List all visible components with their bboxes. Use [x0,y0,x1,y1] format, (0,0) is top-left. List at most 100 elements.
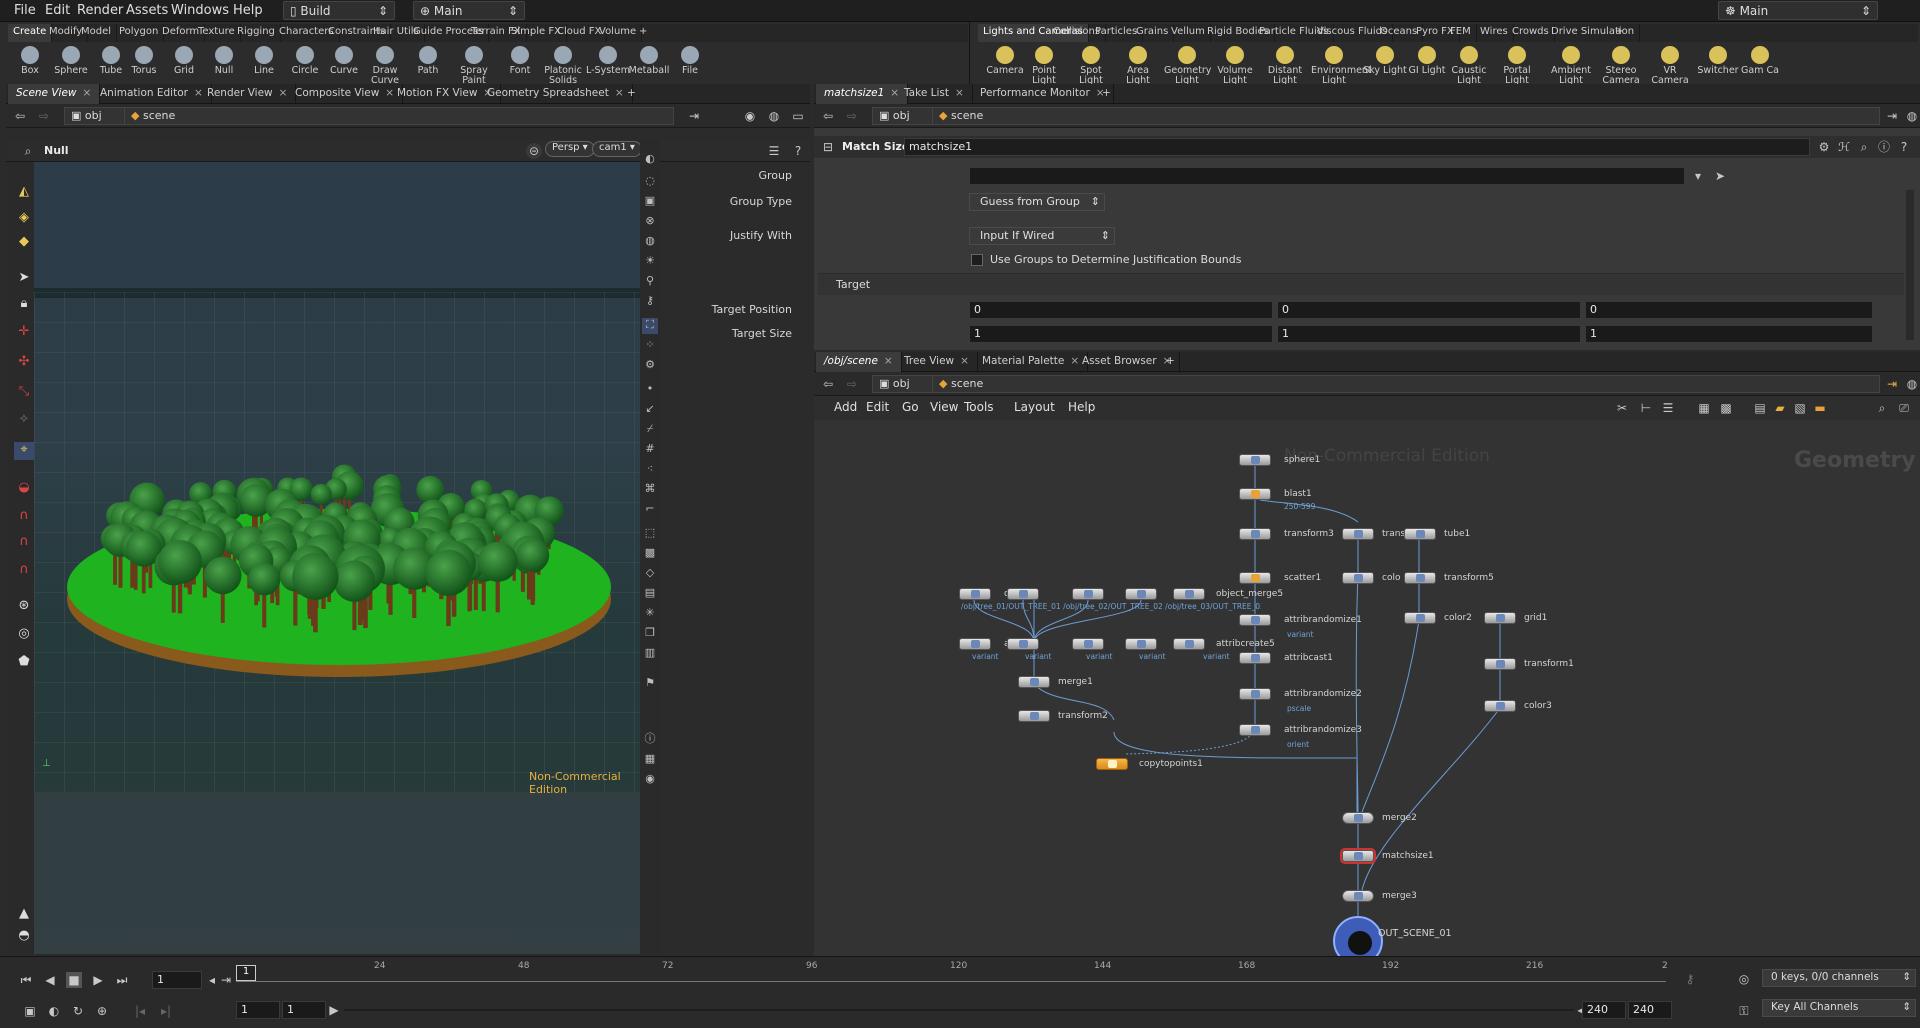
add-shelf-tab-icon[interactable]: + [1610,24,1628,42]
pane-tab-geometry-spreadsheet[interactable]: Geometry Spreadsheet × [479,84,633,104]
breadcrumb-obj[interactable]: ▣ obj [872,375,934,393]
target-position-x[interactable]: 0 [969,301,1273,319]
grid-small-icon[interactable]: ▩ [1718,400,1734,416]
node-object_merge4[interactable] [1125,588,1157,600]
breadcrumb-scene[interactable]: ◆ scene [932,375,1880,393]
target-size-x[interactable]: 1 [969,325,1273,343]
close-tab-icon[interactable]: × [960,355,969,367]
copy-icon[interactable]: ❐ [642,626,658,642]
jump-end-icon[interactable]: ⏭ [114,972,130,988]
node-attribrandomize2[interactable] [1239,688,1271,700]
global-anim-icon[interactable]: ⊕ [94,1003,110,1019]
camera-dropdown[interactable]: cam1 ▾ [592,141,642,157]
viewport[interactable]: Non-Commercial Edition ⊥ [34,162,640,954]
add-tab-icon[interactable]: + [1158,352,1183,372]
primnums-icon[interactable]: ↙ [642,402,658,418]
pointer-icon[interactable]: ➤ [14,270,34,288]
param-scrollbar[interactable] [1906,190,1914,340]
view-tool-icon[interactable]: ⌖ [14,442,34,460]
tool-spot-light[interactable]: Spot Light [1068,44,1114,86]
node-matchsize1[interactable] [1340,848,1376,864]
tool-draw-curve[interactable]: Draw Curve [362,44,408,86]
tool-distant-light[interactable]: Distant Light [1262,44,1308,86]
network-menu-add[interactable]: Add [834,400,857,414]
range-start-handle-icon[interactable]: ▶ [326,1002,342,1018]
tool-platonic-solids[interactable]: Platonic Solids [540,44,586,86]
image-icon[interactable]: ▧ [1792,400,1808,416]
display-bundle-icon[interactable]: ⌘ [642,482,658,498]
tool-area-light[interactable]: Area Light [1115,44,1161,86]
network-menu-tools[interactable]: Tools [964,400,994,414]
pane-tab-animation-editor[interactable]: Animation Editor × [92,84,212,104]
node-color2[interactable] [1404,612,1436,624]
breadcrumb-obj[interactable]: ▣ obj [64,107,126,125]
particles-icon[interactable]: ⁖ [642,462,658,478]
lock-icon[interactable]: ▣ [642,194,658,210]
link-icon[interactable]: ◍ [1904,108,1920,124]
isolate-icon[interactable]: ◇ [642,566,658,582]
dropdown-arrow-icon[interactable]: ▾ [1690,168,1706,184]
vertex-icon[interactable]: ⌿ [642,422,658,438]
group-type-menu[interactable]: Guess from Group ⇕ [969,193,1105,211]
tool-spray-paint[interactable]: Spray Paint [451,44,497,86]
breadcrumb-scene[interactable]: ◆ scene [124,107,674,125]
realtime-icon[interactable]: ▣ [22,1003,38,1019]
forward-arrow-icon[interactable]: ⇨ [844,108,860,124]
step-back-icon[interactable]: ◀ [42,972,58,988]
key-channels-icon[interactable]: ⚿ [1736,1003,1752,1019]
menu-render[interactable]: Render [77,3,123,18]
shelf-tab-fem[interactable]: FEM [1445,24,1477,42]
tool-line[interactable]: Line [241,44,287,82]
settings-icon[interactable]: ☰ [766,143,782,159]
shelf-tab-model[interactable]: Model [76,24,118,42]
ghost-icon[interactable]: ◌ [642,174,658,190]
search-icon[interactable]: ⌕ [1874,400,1890,416]
context-dropdown[interactable]: ⊕ Main ⇕ [413,1,525,20]
next-key-icon[interactable]: ▸| [158,1003,174,1019]
node-attribcreate4[interactable] [1125,638,1157,650]
node-transform4[interactable] [1342,528,1374,540]
back-arrow-icon[interactable]: ⇦ [820,376,836,392]
right-context-dropdown[interactable]: ☸ Main ⇕ [1718,1,1878,20]
pane-tab-matchsize1[interactable]: matchsize1 × [816,84,909,104]
network-menu-go[interactable]: Go [902,400,919,414]
target-size-y[interactable]: 1 [1277,325,1581,343]
light-icon[interactable]: ☀ [642,254,658,270]
houdini-h-icon[interactable]: ℋ [1836,139,1852,155]
link-icon[interactable]: ◍ [1904,376,1920,392]
render-region-icon[interactable]: ⬟ [14,654,34,672]
brush-tool-icon[interactable]: ◒ [14,480,34,498]
target-size-z[interactable]: 1 [1585,325,1873,343]
tool-gam-ca[interactable]: Gam Ca [1737,44,1783,82]
forward-arrow-icon[interactable]: ⇨ [36,108,52,124]
audio-icon[interactable]: ◎ [1736,971,1752,987]
tool-environment-light[interactable]: Environment Light [1311,44,1372,86]
pane-tab-render-view[interactable]: Render View × [199,84,297,104]
template-icon[interactable]: ⬚ [642,526,658,542]
display-options-icon[interactable]: ◉ [742,108,758,124]
select-tool-icon[interactable]: ◭ [14,184,34,202]
group-field[interactable] [969,167,1685,185]
pane-tab-performance-monitor[interactable]: Performance Monitor × [972,84,1114,104]
numbers-icon[interactable]: # [642,442,658,458]
marker-icon[interactable]: ⚑ [642,676,658,692]
node-grid1[interactable] [1484,612,1516,624]
lock-tool-icon[interactable]: 🔒︎ [14,296,34,314]
add-tab-icon[interactable]: + [1094,84,1119,104]
shading-icon[interactable]: ◍ [642,234,658,250]
guides-icon[interactable]: ⌐ [642,502,658,518]
target-position-y[interactable]: 0 [1277,301,1581,319]
node-attribcreate1[interactable] [959,638,991,650]
normals-icon[interactable]: ⚙ [642,358,658,374]
start-frame-field[interactable]: 1 [236,1001,280,1019]
tool-caustic-light[interactable]: Caustic Light [1446,44,1492,86]
breadcrumb-scene[interactable]: ◆ scene [932,107,1880,125]
playback-start-field[interactable]: 1 [282,1001,326,1019]
tool-vr-camera[interactable]: VR Camera [1647,44,1693,86]
menu-assets[interactable]: Assets [126,3,168,18]
translate-tool-icon[interactable]: ✣ [14,354,34,372]
node-merge3[interactable] [1342,890,1374,902]
tool-portal-light[interactable]: Portal Light [1494,44,1540,86]
move-tool-icon[interactable]: ◈ [14,210,34,228]
back-arrow-icon[interactable]: ⇦ [820,108,836,124]
